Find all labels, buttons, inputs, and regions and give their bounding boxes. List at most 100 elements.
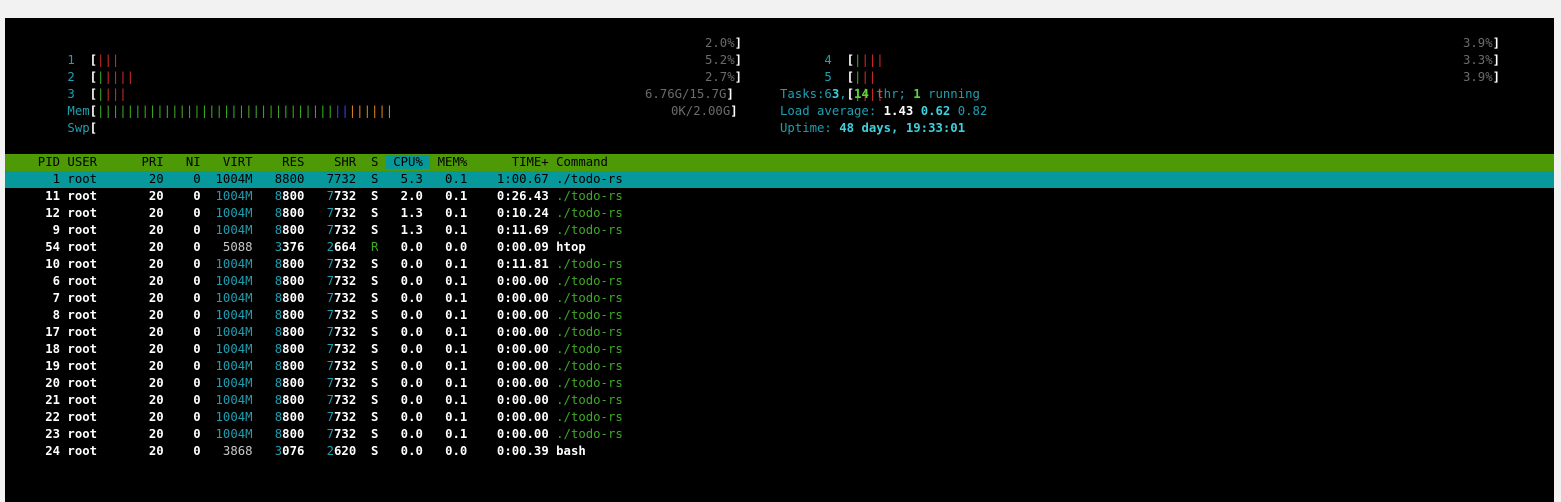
meter-bar-segment: ||||||: [348, 104, 394, 118]
cell-time: 0:00.00: [474, 342, 557, 356]
column-header-shr[interactable]: SHR: [312, 155, 364, 169]
cell-ni: 0: [171, 172, 209, 186]
cell-cpu: 1.3: [385, 223, 431, 237]
column-header-time[interactable]: TIME+: [475, 155, 556, 169]
cell-virt: 1004M: [208, 291, 260, 305]
cpu-meter-6: 6 [||||: [824, 87, 884, 101]
process-row[interactable]: 19 root 20 0 1004M 8800 7732 S 0.0 0.1 0…: [23, 358, 623, 375]
cell-time: 0:00.39: [474, 444, 557, 458]
cell-pid: 22: [23, 410, 68, 424]
meter-bar-segment: ||: [333, 104, 349, 118]
column-header-cpu[interactable]: CPU%: [385, 155, 431, 169]
process-row[interactable]: 10 root 20 0 1004M 8800 7732 S 0.0 0.1 0…: [23, 256, 623, 273]
cell-ni: 0: [171, 427, 209, 441]
cell-ni: 0: [171, 393, 209, 407]
cell-cmd: ./todo-rs: [556, 410, 623, 424]
cell-shr: 2620: [311, 444, 364, 458]
process-row[interactable]: 1 root 20 0 1004M 8800 7732 S 5.3 0.1 1:…: [23, 171, 623, 188]
cell-user: root: [67, 393, 142, 407]
column-header-res[interactable]: RES: [260, 155, 312, 169]
cell-user: root: [67, 274, 142, 288]
process-row[interactable]: 11 root 20 0 1004M 8800 7732 S 2.0 0.1 0…: [23, 188, 623, 205]
cell-mem: 0.1: [430, 172, 475, 186]
cell-cmd: ./todo-rs: [556, 325, 623, 339]
cell-cpu: 0.0: [385, 359, 431, 373]
cell-s: S: [363, 172, 386, 186]
cell-virt: 1004M: [208, 325, 260, 339]
process-row[interactable]: 6 root 20 0 1004M 8800 7732 S 0.0 0.1 0:…: [23, 273, 623, 290]
cell-s: S: [363, 223, 386, 237]
process-row[interactable]: 9 root 20 0 1004M 8800 7732 S 1.3 0.1 0:…: [23, 222, 623, 239]
cell-mem: 0.1: [430, 376, 475, 390]
cell-pri: 20: [141, 325, 172, 339]
cell-res: 8800: [259, 291, 312, 305]
cell-pri: 20: [141, 257, 172, 271]
terminal-window[interactable]: 1 [||| 2.0%] 2 [||||| 5.2%] 3 [|||| 2.7%…: [5, 18, 1554, 502]
cell-pri: 20: [141, 172, 172, 186]
cpu-meter-6-value: 3.9%]: [1463, 70, 1501, 84]
cell-ni: 0: [171, 444, 209, 458]
cell-mem: 0.1: [430, 410, 475, 424]
column-header-pri[interactable]: PRI: [141, 155, 171, 169]
process-row[interactable]: 17 root 20 0 1004M 8800 7732 S 0.0 0.1 0…: [23, 324, 623, 341]
cell-cpu: 0.0: [385, 393, 431, 407]
process-row[interactable]: 22 root 20 0 1004M 8800 7732 S 0.0 0.1 0…: [23, 409, 623, 426]
cell-pid: 9: [23, 223, 68, 237]
cell-res: 3376: [259, 240, 312, 254]
column-header-user[interactable]: USER: [67, 155, 141, 169]
cell-virt: 1004M: [208, 223, 260, 237]
cell-pri: 20: [141, 376, 172, 390]
column-header-s[interactable]: S: [364, 155, 386, 169]
cell-shr: 7732: [311, 223, 364, 237]
cell-user: root: [67, 376, 142, 390]
cell-res: 8800: [259, 427, 312, 441]
cell-user: root: [67, 206, 142, 220]
cell-mem: 0.1: [430, 325, 475, 339]
cpu-meter-4: 4 [||||: [824, 53, 884, 67]
cell-virt: 1004M: [208, 376, 260, 390]
process-row[interactable]: 7 root 20 0 1004M 8800 7732 S 0.0 0.1 0:…: [23, 290, 623, 307]
process-row[interactable]: 20 root 20 0 1004M 8800 7732 S 0.0 0.1 0…: [23, 375, 623, 392]
process-row[interactable]: 12 root 20 0 1004M 8800 7732 S 1.3 0.1 0…: [23, 205, 623, 222]
cell-virt: 5088: [208, 240, 260, 254]
cell-res: 8800: [259, 342, 312, 356]
cell-mem: 0.0: [430, 444, 475, 458]
cell-mem: 0.1: [430, 257, 475, 271]
cell-pid: 20: [23, 376, 68, 390]
process-row[interactable]: 18 root 20 0 1004M 8800 7732 S 0.0 0.1 0…: [23, 341, 623, 358]
cell-ni: 0: [171, 410, 209, 424]
process-row[interactable]: 8 root 20 0 1004M 8800 7732 S 0.0 0.1 0:…: [23, 307, 623, 324]
cell-time: 0:00.00: [474, 291, 557, 305]
cell-mem: 0.1: [430, 308, 475, 322]
cell-mem: 0.1: [430, 189, 475, 203]
cell-virt: 1004M: [208, 427, 260, 441]
cell-time: 0:00.09: [474, 240, 557, 254]
cell-virt: 1004M: [208, 359, 260, 373]
cell-ni: 0: [171, 206, 209, 220]
process-table-header[interactable]: PID USER PRI NI VIRT RES SHR S CPU% MEM%…: [5, 154, 1554, 171]
cell-s: S: [363, 274, 386, 288]
cell-pid: 11: [23, 189, 68, 203]
cell-cmd: bash: [556, 444, 586, 458]
cell-s: S: [363, 189, 386, 203]
cpu-meter-5: 5 [|||: [824, 70, 877, 84]
process-row[interactable]: 23 root 20 0 1004M 8800 7732 S 0.0 0.1 0…: [23, 426, 623, 443]
cell-ni: 0: [171, 274, 209, 288]
cell-mem: 0.0: [430, 240, 475, 254]
header-columns[interactable]: PID USER PRI NI VIRT RES SHR S CPU% MEM%…: [23, 154, 608, 171]
column-header-ni[interactable]: NI: [171, 155, 208, 169]
cell-shr: 7732: [311, 172, 364, 186]
column-header-cmd[interactable]: Command: [556, 155, 608, 169]
process-row[interactable]: 24 root 20 0 3868 3076 2620 S 0.0 0.0 0:…: [23, 443, 586, 460]
cell-mem: 0.1: [430, 393, 475, 407]
process-row[interactable]: 54 root 20 0 5088 3376 2664 R 0.0 0.0 0:…: [23, 239, 586, 256]
column-header-virt[interactable]: VIRT: [208, 155, 260, 169]
cell-pri: 20: [141, 206, 172, 220]
cell-shr: 7732: [311, 342, 364, 356]
process-row[interactable]: 21 root 20 0 1004M 8800 7732 S 0.0 0.1 0…: [23, 392, 623, 409]
cell-virt: 1004M: [208, 189, 260, 203]
cell-user: root: [67, 291, 142, 305]
column-header-pid[interactable]: PID: [23, 155, 67, 169]
column-header-mem[interactable]: MEM%: [430, 155, 474, 169]
cell-time: 0:00.00: [474, 427, 557, 441]
